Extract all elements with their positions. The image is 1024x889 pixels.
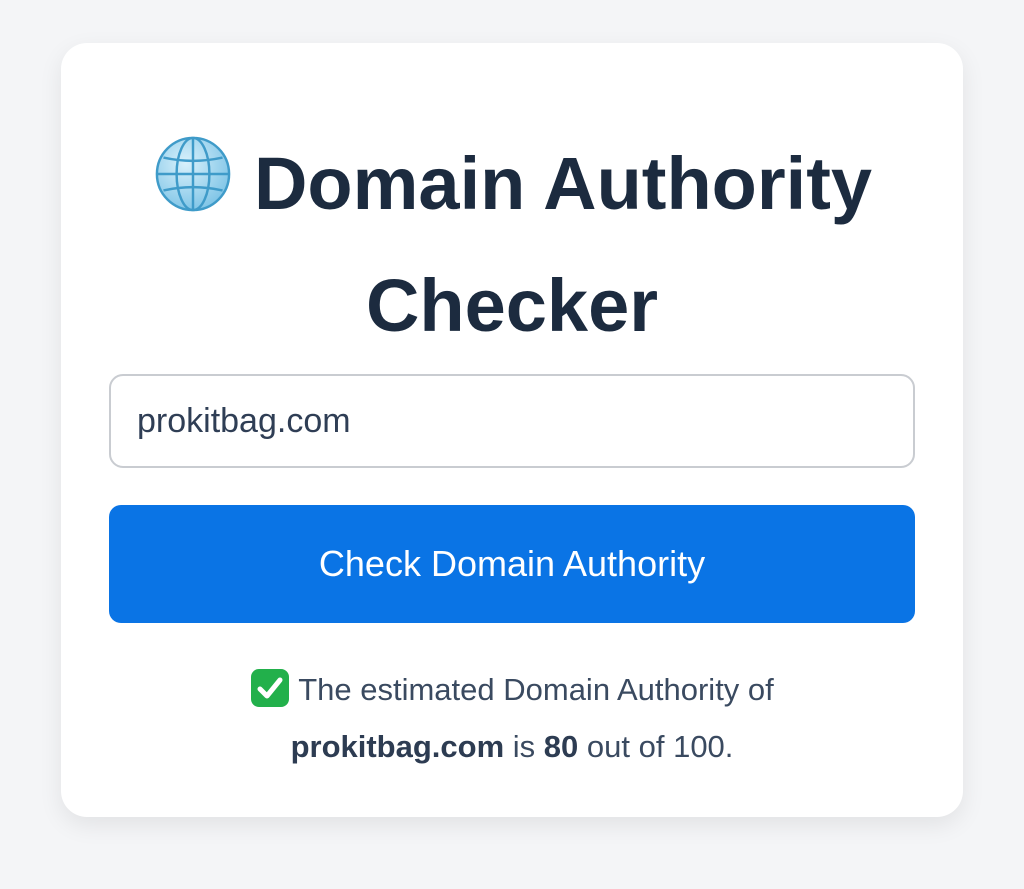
globe-icon xyxy=(155,136,231,212)
page-title: Domain Authority Checker xyxy=(61,123,963,367)
result-suffix: out of 100. xyxy=(586,729,734,764)
check-mark-icon xyxy=(251,669,290,707)
result-is: is xyxy=(512,729,536,764)
checker-card: Domain Authority Checker Check Domain Au… xyxy=(61,43,963,817)
result-score: 80 xyxy=(543,729,579,764)
check-domain-authority-button[interactable]: Check Domain Authority xyxy=(109,505,915,623)
result-domain: prokitbag.com xyxy=(290,729,505,764)
domain-input[interactable] xyxy=(109,374,915,468)
title-line2: Checker xyxy=(365,264,659,347)
result-prefix: The estimated Domain Authority of xyxy=(298,672,774,707)
result-message: The estimated Domain Authority of prokit… xyxy=(61,661,963,775)
title-line1: Domain Authority xyxy=(253,142,872,225)
